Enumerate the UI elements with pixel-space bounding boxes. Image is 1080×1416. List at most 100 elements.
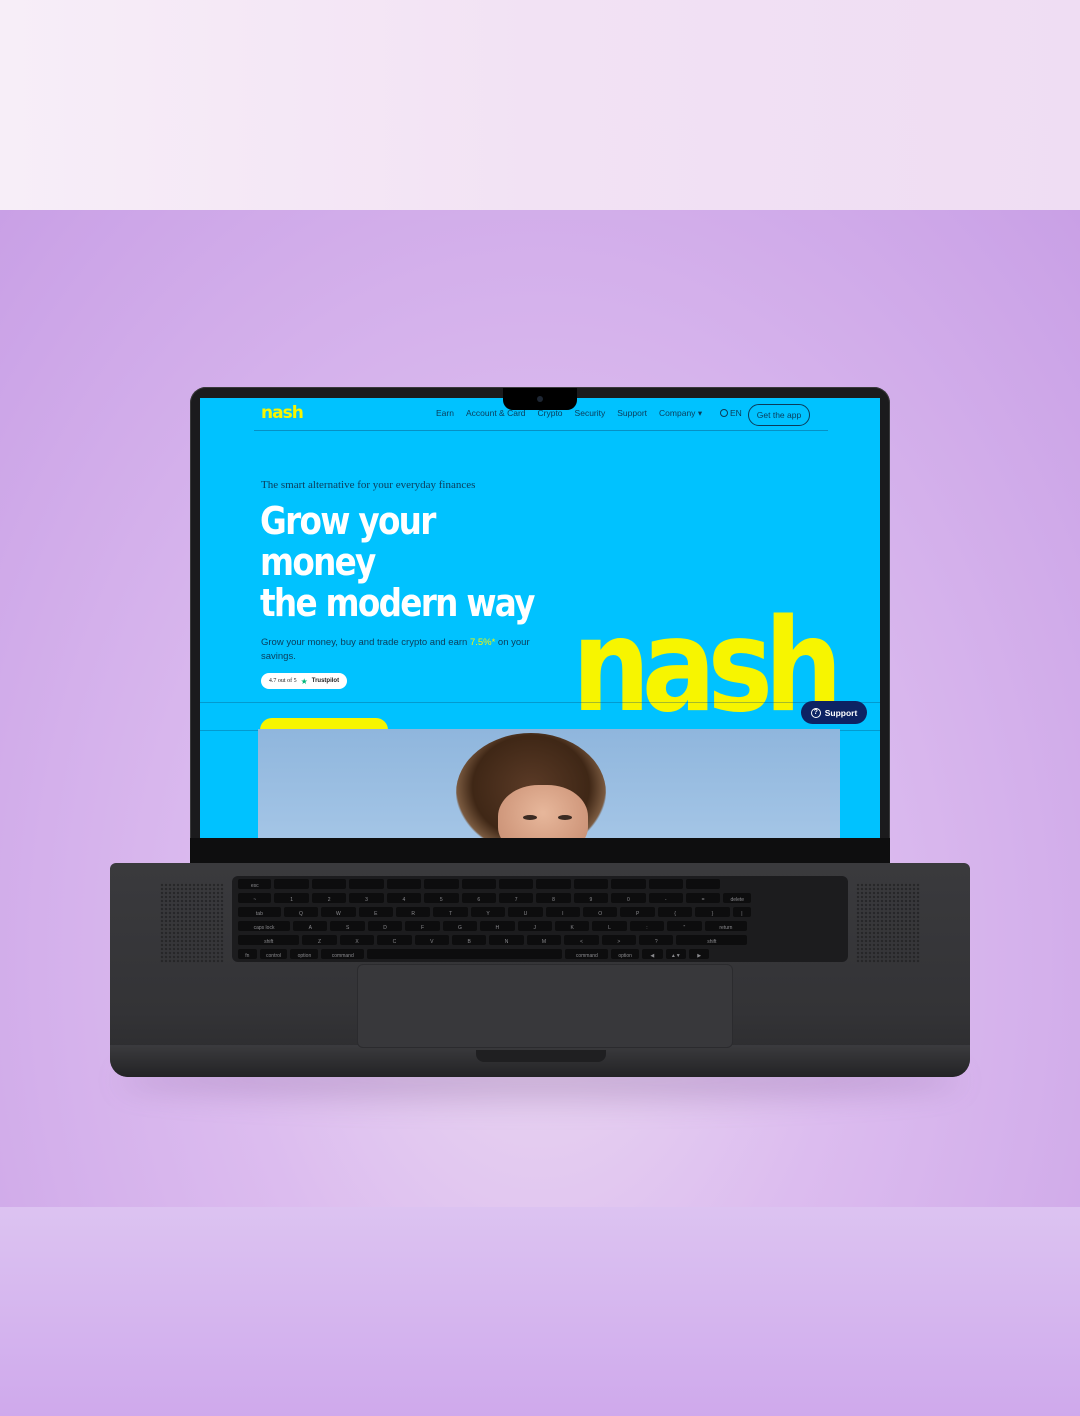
keyboard-key[interactable] <box>349 879 384 889</box>
keyboard-key[interactable]: O <box>583 907 618 917</box>
nav-item-company[interactable]: Company ▾ <box>659 408 702 419</box>
keyboard-key[interactable]: esc <box>238 879 272 889</box>
keyboard-key[interactable]: F <box>405 921 440 931</box>
keyboard-row-home: caps lock A S D F G H J K L: " return <box>238 921 748 931</box>
keyboard-key[interactable]: A <box>293 921 328 931</box>
keyboard-key[interactable]: E <box>358 907 393 917</box>
keyboard-key[interactable]: D <box>367 921 403 931</box>
hero-tagline: The smart alternative for your everyday … <box>261 479 476 491</box>
keyboard-key[interactable] <box>424 879 459 889</box>
nav-item-security[interactable]: Security <box>575 408 606 419</box>
keyboard-key[interactable]: P <box>620 907 655 917</box>
keyboard-key[interactable]: ◀ <box>642 949 663 959</box>
keyboard-key[interactable]: 6 <box>461 893 496 903</box>
rating-source: Trustpilot <box>311 678 340 684</box>
keyboard-row-function: esc <box>238 879 721 889</box>
keyboard-key[interactable]: : <box>629 921 665 931</box>
keyboard-key[interactable] <box>573 879 609 889</box>
keyboard-key[interactable]: 9 <box>573 893 609 903</box>
keyboard-key[interactable]: caps lock <box>238 921 291 931</box>
keyboard-key[interactable] <box>461 879 496 889</box>
keyboard-key[interactable]: T <box>433 907 468 917</box>
keyboard-key[interactable] <box>311 879 347 889</box>
keyboard-key[interactable] <box>648 879 683 889</box>
keyboard-key[interactable]: C <box>377 935 412 945</box>
support-button[interactable]: ? Support <box>801 701 867 724</box>
keyboard-key[interactable]: < <box>564 935 599 945</box>
keyboard-key[interactable]: W <box>321 907 356 917</box>
get-the-app-button[interactable]: Get the app <box>748 404 810 426</box>
keyboard-key[interactable]: 4 <box>386 893 422 903</box>
keyboard-key[interactable]: option <box>290 949 319 959</box>
keyboard-key[interactable]: option <box>611 949 640 959</box>
keyboard-key[interactable]: ▶ <box>689 949 710 959</box>
trackpad[interactable] <box>357 964 733 1048</box>
keyboard-key[interactable]: command <box>321 949 365 959</box>
keyboard-key[interactable] <box>611 879 646 889</box>
language-selector[interactable]: EN <box>720 408 742 418</box>
keyboard-key[interactable]: 8 <box>536 893 571 903</box>
keyboard-key[interactable]: tab <box>238 907 281 917</box>
keyboard-key[interactable] <box>386 879 422 889</box>
keyboard-key[interactable]: I <box>545 907 581 917</box>
keyboard-key[interactable]: Z <box>302 935 337 945</box>
keyboard-key[interactable]: 0 <box>611 893 646 903</box>
nav-item-company-label: Company <box>659 408 696 418</box>
keyboard-key[interactable]: ▲▼ <box>665 949 686 959</box>
keyboard-key[interactable]: control <box>259 949 288 959</box>
keyboard-key[interactable]: ~ <box>238 893 272 903</box>
hero-headline: Grow your money the modern way <box>260 501 580 624</box>
viewport-fold <box>200 702 880 731</box>
keyboard-key[interactable]: L <box>592 921 627 931</box>
keyboard-key[interactable] <box>274 879 309 889</box>
keyboard-key[interactable]: shift <box>238 935 300 945</box>
keyboard-key[interactable] <box>498 879 534 889</box>
keyboard-row-bottom: shift Z X C V B N M < >? shift <box>238 935 748 945</box>
trustpilot-badge[interactable]: 4.7 out of 5 ★ Trustpilot <box>261 673 347 689</box>
keyboard-key[interactable]: G <box>442 921 478 931</box>
nav-item-support[interactable]: Support <box>617 408 647 419</box>
keyboard-key[interactable]: 2 <box>311 893 347 903</box>
keyboard-key[interactable]: J <box>517 921 552 931</box>
keyboard-key[interactable]: { <box>657 907 693 917</box>
keyboard-key[interactable]: shift <box>676 935 748 945</box>
chevron-down-icon: ▾ <box>697 408 703 418</box>
nav-item-earn[interactable]: Earn <box>436 408 454 419</box>
headline-line-2: money <box>260 540 376 584</box>
keyboard-key[interactable]: delete <box>723 893 752 903</box>
keyboard-key[interactable]: } <box>695 907 730 917</box>
keyboard-key[interactable]: " <box>667 921 702 931</box>
keyboard-key[interactable] <box>685 879 721 889</box>
keyboard-key[interactable]: H <box>480 921 515 931</box>
keyboard-key[interactable]: 7 <box>498 893 534 903</box>
keyboard-key[interactable]: 1 <box>274 893 309 903</box>
keyboard-key[interactable]: V <box>414 935 449 945</box>
keyboard-key[interactable]: 5 <box>424 893 459 903</box>
keyboard-key[interactable] <box>367 949 563 959</box>
keyboard-key[interactable]: = <box>685 893 721 903</box>
keyboard-row-top: tab Q W E R T Y U I O P{} | <box>238 907 752 917</box>
site-logo[interactable]: nash <box>261 403 304 423</box>
keyboard-key[interactable]: R <box>395 907 431 917</box>
keyboard-key[interactable]: K <box>554 921 590 931</box>
keyboard-key[interactable]: S <box>330 921 365 931</box>
globe-icon <box>720 409 728 417</box>
keyboard-key[interactable]: fn <box>238 949 257 959</box>
keyboard-key[interactable] <box>536 879 571 889</box>
keyboard-key[interactable]: - <box>648 893 683 903</box>
keyboard-key[interactable]: > <box>601 935 637 945</box>
keyboard-key[interactable]: N <box>489 935 524 945</box>
keyboard-key[interactable]: X <box>339 935 375 945</box>
photo-face <box>498 785 588 838</box>
keyboard-key[interactable]: 3 <box>349 893 384 903</box>
keyboard-key[interactable]: return <box>704 921 748 931</box>
keyboard-key[interactable]: U <box>508 907 543 917</box>
keyboard-key[interactable]: Y <box>470 907 506 917</box>
keyboard-key[interactable]: | <box>732 907 752 917</box>
keyboard-key[interactable]: command <box>565 949 609 959</box>
keyboard-key[interactable]: B <box>452 935 487 945</box>
keyboard-key[interactable]: M <box>526 935 562 945</box>
keyboard-key[interactable]: Q <box>283 907 319 917</box>
keyboard-key[interactable]: ? <box>639 935 674 945</box>
rating-text: 4.7 out of 5 <box>268 678 297 684</box>
